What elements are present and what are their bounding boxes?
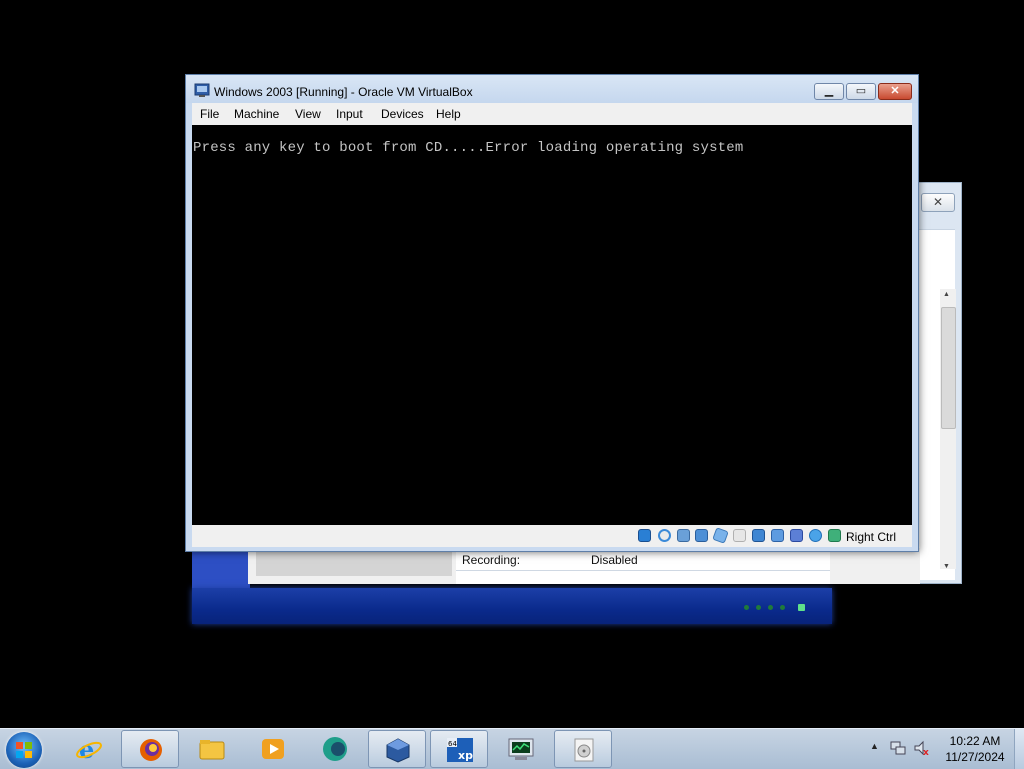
audio-icon[interactable] [677,529,690,542]
maximize-icon: ▭ [855,85,867,97]
title-bar[interactable]: Windows 2003 [Running] - Oracle VM Virtu… [186,75,918,103]
menu-file[interactable]: File [200,107,219,121]
minimize-icon: ▁ [824,85,834,97]
shared-folders-icon[interactable] [733,529,746,542]
task-manager-icon [508,738,534,760]
menu-machine[interactable]: Machine [234,107,279,121]
taskbar-virtualbox[interactable] [368,730,426,768]
start-button[interactable] [6,732,42,768]
folder-icon [199,740,225,760]
keyboard-icon[interactable] [828,529,841,542]
xp-boot-bar [192,588,832,624]
clock[interactable]: 10:22 AM 11/27/2024 [938,733,1012,765]
xp-window-edge [192,548,250,588]
windows-logo-icon [16,742,32,758]
close-button[interactable]: ✕ [878,83,912,100]
taskbar-firefox[interactable] [121,730,179,768]
menu-view[interactable]: View [295,107,321,121]
video-capture-icon[interactable] [771,529,784,542]
virtualbox-icon [386,738,410,763]
virtualbox-manager-window[interactable]: ✕ ▲ ▼ [918,182,962,584]
scroll-down-icon[interactable]: ▼ [943,563,950,570]
status-bar: Right Ctrl [192,525,912,547]
window-title: Windows 2003 [Running] - Oracle VM Virtu… [214,85,473,99]
teal-app-icon [323,737,347,761]
virtualbox-app-icon [194,83,210,97]
mouse-integration-icon[interactable] [809,529,822,542]
scroll-up-icon[interactable]: ▲ [943,291,950,298]
network-tray-icon[interactable] [890,740,906,756]
svg-text:64: 64 [448,740,457,748]
show-desktop-button[interactable] [1014,729,1024,769]
clock-date: 11/27/2024 [945,750,1005,764]
internet-explorer-icon: e [76,736,102,762]
recording-label: Recording: [462,553,521,567]
cd-drive-icon [574,738,594,762]
usb-icon[interactable] [712,527,729,544]
firefox-icon [140,739,162,761]
hard-disk-icon[interactable] [638,529,651,542]
manager-close-button[interactable]: ✕ [921,193,955,212]
taskbar-windows-xp-64[interactable]: 64 xp [430,730,488,768]
menu-devices[interactable]: Devices [381,107,424,121]
taskbar-internet-explorer[interactable]: e [60,730,118,768]
vm-display[interactable]: Press any key to boot from CD.....Error … [192,125,912,525]
menu-bar: File Machine View Input Devices Help [192,103,912,125]
network-icon[interactable] [695,529,708,542]
host-key-label: Right Ctrl [846,530,897,544]
menu-input[interactable]: Input [336,107,363,121]
optical-drive-icon[interactable] [658,529,671,542]
display-icon[interactable] [752,529,765,542]
media-player-icon [262,739,284,759]
show-hidden-icons-icon[interactable]: ▲ [870,741,879,751]
menu-help[interactable]: Help [436,107,461,121]
taskbar-file-explorer[interactable] [183,730,241,768]
svg-text:xp: xp [458,749,473,762]
manager-details-panel: Recording: Disabled [248,548,920,584]
taskbar-task-manager[interactable] [492,730,550,768]
close-icon: ✕ [890,85,900,97]
windows-xp-64-icon: 64 xp [447,738,473,762]
manager-scroll-thumb[interactable] [941,307,956,429]
taskbar-teal-app[interactable] [306,730,364,768]
console-output: Press any key to boot from CD.....Error … [193,140,744,156]
preview-area [256,552,452,576]
cpu-icon[interactable] [790,529,803,542]
taskbar-cd-drive[interactable] [554,730,612,768]
minimize-button[interactable]: ▁ [814,83,844,100]
xp-loading-dots [742,603,806,613]
volume-muted-icon[interactable]: x [914,740,930,756]
svg-text:x: x [923,748,929,756]
recording-value: Disabled [591,553,638,567]
clock-time: 10:22 AM [949,734,1001,748]
maximize-button[interactable]: ▭ [846,83,876,100]
taskbar: e 64 xp ▲ x 10:22 AM 11/27/2024 [0,728,1024,769]
divider [456,570,830,571]
taskbar-media-player[interactable] [244,730,302,768]
vm-window[interactable]: Windows 2003 [Running] - Oracle VM Virtu… [185,74,919,552]
